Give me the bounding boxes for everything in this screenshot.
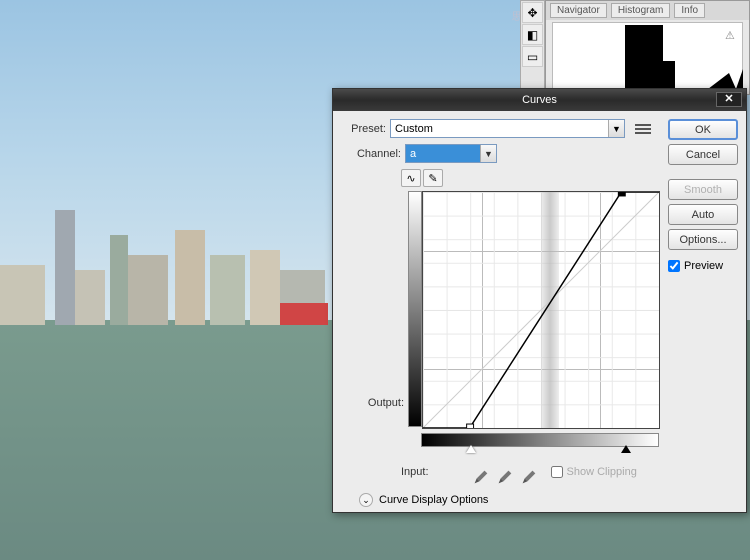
preset-value: Custom — [391, 123, 608, 135]
ok-button[interactable]: OK — [668, 119, 738, 140]
tool-button[interactable]: ▭ — [522, 46, 543, 67]
curve-svg — [423, 192, 659, 428]
dialog-titlebar[interactable]: Curves ✕ — [333, 89, 746, 111]
curves-dialog: Curves ✕ Preset: Custom ▼ Channel: a ▼ ∿ — [332, 88, 747, 513]
show-clipping-input[interactable] — [551, 466, 563, 478]
auto-button[interactable]: Auto — [668, 204, 738, 225]
curve-tool-icon[interactable]: ∿ — [401, 169, 421, 187]
panel-tabs: Navigator Histogram Info — [546, 1, 749, 20]
cancel-button[interactable]: Cancel — [668, 144, 738, 165]
preview-label: Preview — [684, 260, 723, 272]
output-label: Output: — [359, 397, 404, 409]
show-clipping-label: Show Clipping — [567, 466, 637, 478]
preset-menu-icon[interactable] — [635, 121, 651, 137]
tab-info[interactable]: Info — [674, 3, 705, 18]
chevron-down-icon: ▼ — [608, 120, 624, 137]
white-eyedropper-icon[interactable] — [511, 459, 536, 484]
tool-button[interactable]: ◧ — [522, 24, 543, 45]
chevron-down-icon: ⌄ — [359, 493, 373, 507]
tab-histogram[interactable]: Histogram — [611, 3, 671, 18]
warning-icon[interactable]: ⚠ — [725, 29, 739, 43]
preset-label: Preset: — [341, 123, 386, 135]
pencil-tool-icon[interactable]: ✎ — [423, 169, 443, 187]
output-gradient — [408, 191, 422, 427]
expand-label: Curve Display Options — [379, 494, 488, 506]
input-label: Input: — [401, 466, 429, 478]
options-button[interactable]: Options... — [668, 229, 738, 250]
tool-button[interactable]: ✥ — [522, 2, 543, 23]
histogram-graph — [552, 22, 743, 90]
show-clipping-checkbox[interactable]: Show Clipping — [551, 466, 637, 478]
tab-navigator[interactable]: Navigator — [550, 3, 607, 18]
dialog-title: Curves — [522, 94, 557, 106]
channel-label: Channel: — [341, 148, 401, 160]
preview-checkbox[interactable]: Preview — [668, 260, 738, 272]
close-button[interactable]: ✕ — [716, 92, 742, 107]
white-point-slider[interactable] — [466, 445, 476, 453]
chevron-down-icon: ▼ — [480, 145, 496, 162]
preset-dropdown[interactable]: Custom ▼ — [390, 119, 625, 138]
curve-display-options-toggle[interactable]: ⌄ Curve Display Options — [359, 493, 660, 507]
black-eyedropper-icon[interactable] — [463, 459, 488, 484]
histogram-panel: Navigator Histogram Info ⚠ — [545, 0, 750, 95]
preview-input[interactable] — [668, 260, 680, 272]
channel-dropdown[interactable]: a ▼ — [405, 144, 497, 163]
input-sliders — [421, 447, 659, 457]
smooth-button: Smooth — [668, 179, 738, 200]
tool-strip: ✥ ◧ ▭ — [520, 0, 545, 90]
gray-eyedropper-icon[interactable] — [487, 459, 512, 484]
channel-value: a — [406, 148, 480, 160]
black-point-slider[interactable] — [621, 445, 631, 453]
curve-grid[interactable] — [422, 191, 660, 429]
